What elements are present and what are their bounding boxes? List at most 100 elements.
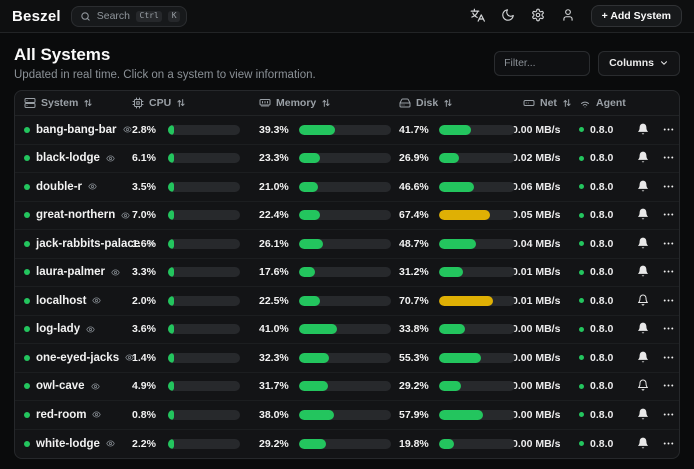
disk-value: 55.3% <box>399 352 439 364</box>
cpu-bar <box>168 153 240 163</box>
row-actions-menu-button[interactable] <box>662 208 675 222</box>
alerts-bell-button[interactable] <box>637 265 649 279</box>
column-header-agent[interactable]: Agent <box>579 97 637 109</box>
agent-version: 0.8.0 <box>590 266 613 278</box>
status-dot <box>24 412 30 418</box>
add-system-button[interactable]: + Add System <box>591 5 682 27</box>
alerts-bell-button[interactable] <box>637 379 649 393</box>
search-icon <box>80 11 91 22</box>
net-value: 0.01 MB/s <box>511 295 579 307</box>
disk-value: 70.7% <box>399 295 439 307</box>
chevron-down-icon <box>659 58 669 68</box>
view-icon <box>86 325 95 334</box>
row-actions-menu-button[interactable] <box>662 294 675 308</box>
wifi-icon <box>579 97 591 109</box>
filter-input[interactable] <box>494 51 590 76</box>
system-row[interactable]: black-lodge 6.1% 23.3% 26.9% 0.02 MB/s 0… <box>15 145 679 174</box>
net-value: 0.00 MB/s <box>511 352 579 364</box>
disk-value: 33.8% <box>399 323 439 335</box>
column-header-system[interactable]: System <box>15 97 132 109</box>
status-dot <box>24 212 30 218</box>
cpu-bar <box>168 210 240 220</box>
language-icon[interactable] <box>470 8 485 24</box>
row-actions-menu-button[interactable] <box>662 437 675 451</box>
row-actions-menu-button[interactable] <box>662 151 675 165</box>
network-icon <box>523 97 535 109</box>
row-actions-menu-button[interactable] <box>662 322 675 336</box>
column-label-agent: Agent <box>596 97 626 109</box>
memory-bar <box>299 353 391 363</box>
alerts-bell-button[interactable] <box>637 351 649 365</box>
system-row[interactable]: double-r 3.5% 21.0% 46.6% 0.06 MB/s 0.8.… <box>15 173 679 202</box>
alerts-bell-button[interactable] <box>637 151 649 165</box>
cpu-value: 4.9% <box>132 380 168 392</box>
status-dot <box>24 127 30 133</box>
alerts-bell-button[interactable] <box>637 180 649 194</box>
columns-dropdown-button[interactable]: Columns <box>598 51 680 76</box>
column-header-memory[interactable]: Memory <box>259 97 399 109</box>
view-icon <box>111 268 120 277</box>
cpu-bar <box>168 381 240 391</box>
system-name: log-lady <box>36 323 80 335</box>
app-logo[interactable]: Beszel <box>12 8 61 25</box>
agent-version: 0.8.0 <box>590 181 613 193</box>
sort-icon <box>443 98 453 108</box>
cpu-bar <box>168 239 240 249</box>
moon-icon[interactable] <box>501 8 515 24</box>
system-name: one-eyed-jacks <box>36 352 119 364</box>
system-row[interactable]: bang-bang-bar 2.8% 39.3% 41.7% 0.00 MB/s… <box>15 116 679 145</box>
row-actions-menu-button[interactable] <box>662 265 675 279</box>
memory-bar <box>299 210 391 220</box>
alerts-bell-button[interactable] <box>637 294 649 308</box>
system-row[interactable]: red-room 0.8% 38.0% 57.9% 0.00 MB/s 0.8.… <box>15 401 679 430</box>
agent-status-dot <box>579 241 584 246</box>
alerts-bell-button[interactable] <box>637 408 649 422</box>
disk-bar <box>439 182 515 192</box>
alerts-bell-button[interactable] <box>637 437 649 451</box>
alerts-bell-button[interactable] <box>637 322 649 336</box>
system-row[interactable]: great-northern 7.0% 22.4% 67.4% 0.05 MB/… <box>15 202 679 231</box>
row-actions-menu-button[interactable] <box>662 123 675 137</box>
system-row[interactable]: one-eyed-jacks 1.4% 32.3% 55.3% 0.00 MB/… <box>15 344 679 373</box>
alerts-bell-button[interactable] <box>637 208 649 222</box>
system-row[interactable]: log-lady 3.6% 41.0% 33.8% 0.00 MB/s 0.8.… <box>15 316 679 345</box>
search-input[interactable]: Search Ctrl K <box>71 6 187 27</box>
system-name: bang-bang-bar <box>36 124 117 136</box>
gear-icon[interactable] <box>531 8 545 24</box>
agent-status-dot <box>579 184 584 189</box>
agent-status-dot <box>579 213 584 218</box>
column-header-disk[interactable]: Disk <box>399 97 511 109</box>
memory-value: 39.3% <box>259 124 299 136</box>
row-actions-menu-button[interactable] <box>662 180 675 194</box>
system-row[interactable]: white-lodge 2.2% 29.2% 19.8% 0.00 MB/s 0… <box>15 430 679 459</box>
cpu-value: 0.8% <box>132 409 168 421</box>
disk-value: 26.9% <box>399 152 439 164</box>
row-actions-menu-button[interactable] <box>662 379 675 393</box>
user-icon[interactable] <box>561 8 575 24</box>
system-row[interactable]: laura-palmer 3.3% 17.6% 31.2% 0.01 MB/s … <box>15 259 679 288</box>
system-row[interactable]: localhost 2.0% 22.5% 70.7% 0.01 MB/s 0.8… <box>15 287 679 316</box>
page-header: All Systems Updated in real time. Click … <box>14 45 680 81</box>
column-header-net[interactable]: Net <box>511 97 579 109</box>
alerts-bell-button[interactable] <box>637 237 649 251</box>
net-value: 0.02 MB/s <box>511 152 579 164</box>
net-value: 0.00 MB/s <box>511 438 579 450</box>
agent-version: 0.8.0 <box>590 209 613 221</box>
status-dot <box>24 184 30 190</box>
column-label-cpu: CPU <box>149 97 171 109</box>
agent-status-dot <box>579 384 584 389</box>
page-title: All Systems <box>14 45 316 65</box>
row-actions-menu-button[interactable] <box>662 408 675 422</box>
alerts-bell-button[interactable] <box>637 123 649 137</box>
agent-status-dot <box>579 355 584 360</box>
system-row[interactable]: owl-cave 4.9% 31.7% 29.2% 0.00 MB/s 0.8.… <box>15 373 679 402</box>
column-header-cpu[interactable]: CPU <box>132 97 259 109</box>
memory-value: 22.5% <box>259 295 299 307</box>
memory-bar <box>299 324 391 334</box>
net-value: 0.00 MB/s <box>511 124 579 136</box>
system-row[interactable]: jack-rabbits-palace 1.6% 26.1% 48.7% 0.0… <box>15 230 679 259</box>
row-actions-menu-button[interactable] <box>662 351 675 365</box>
disk-value: 57.9% <box>399 409 439 421</box>
row-actions-menu-button[interactable] <box>662 237 675 251</box>
sort-icon <box>176 98 186 108</box>
